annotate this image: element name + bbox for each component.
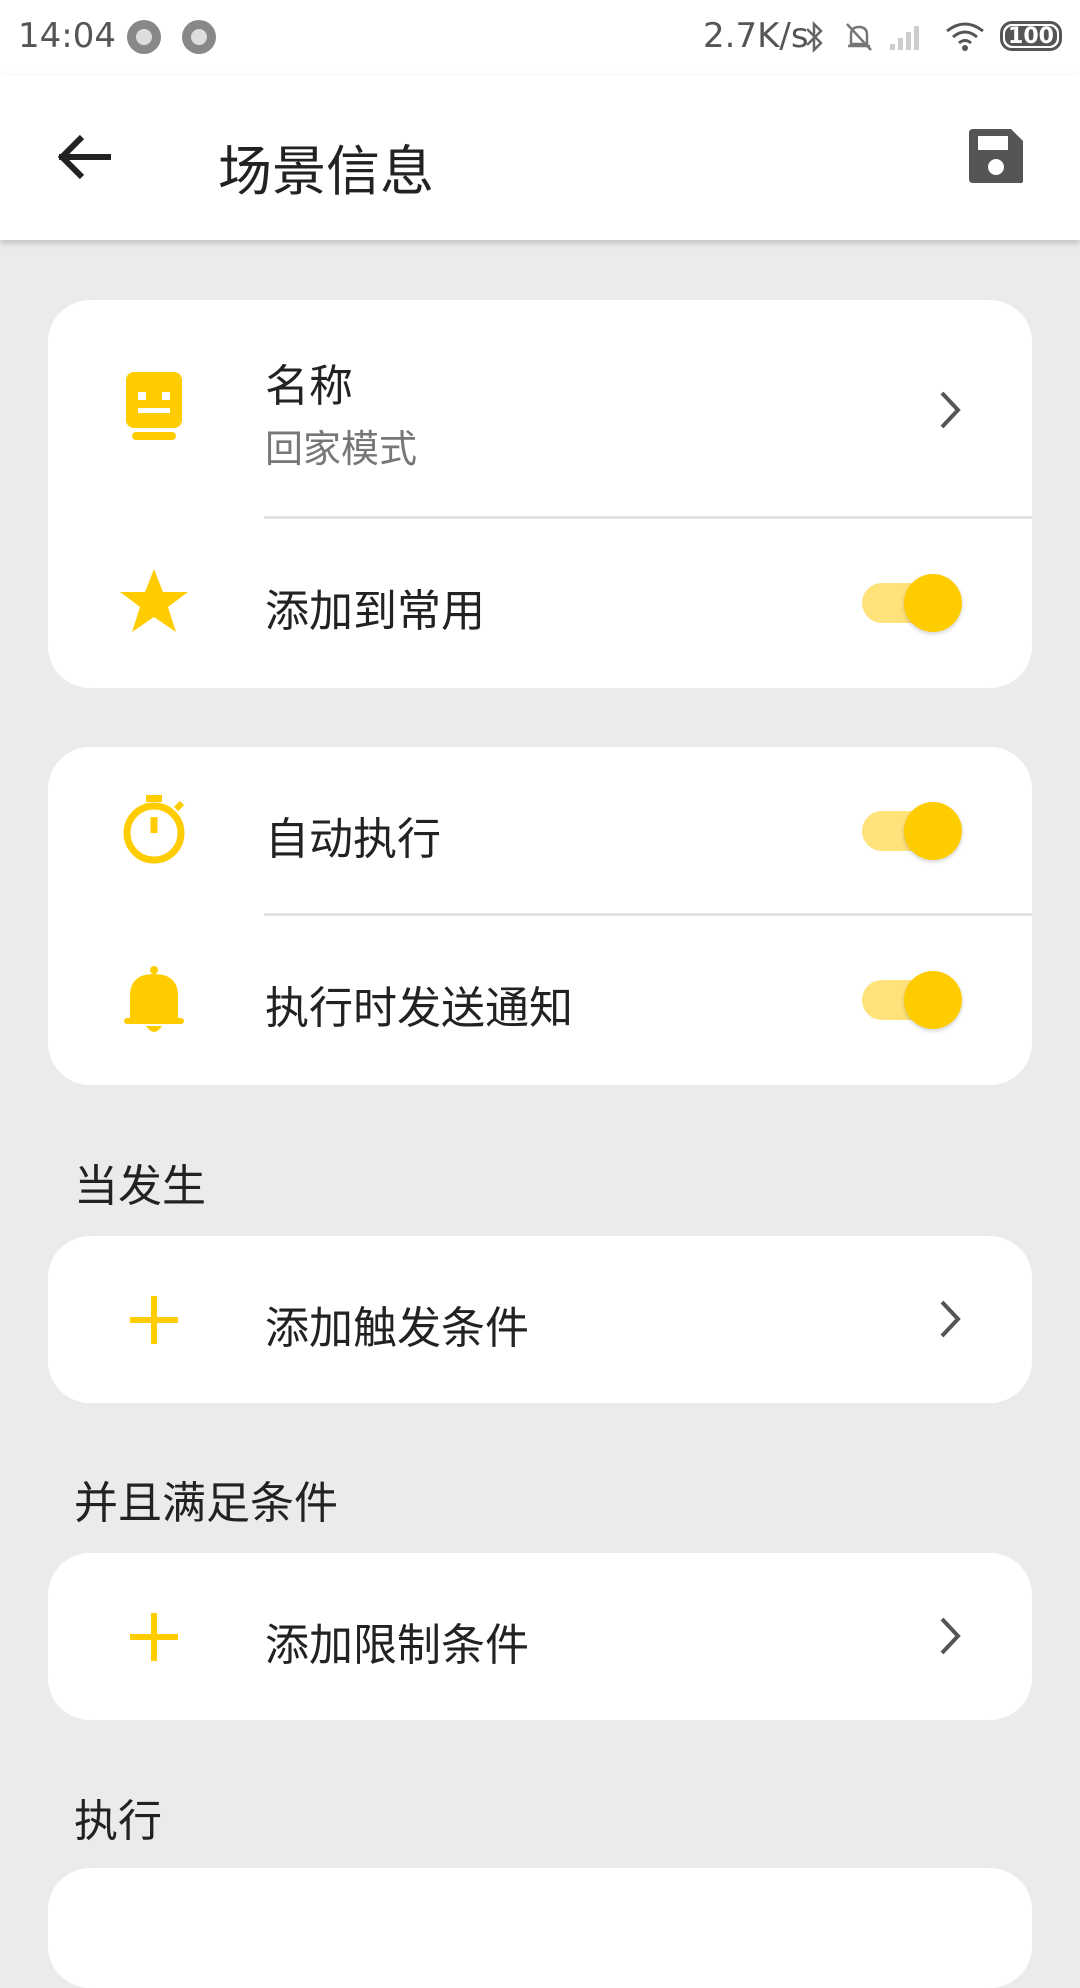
add-trigger-card[interactable]: 添加触发条件 — [48, 1236, 1032, 1403]
add-trigger-row[interactable]: 添加触发条件 — [48, 1236, 1032, 1403]
battery-icon: 100 — [1000, 21, 1062, 51]
notification-dot-icon — [127, 20, 161, 54]
back-button[interactable] — [52, 125, 116, 189]
status-bar: 14:04 2.7K/s 100 — [0, 0, 1080, 75]
signal-icon — [890, 26, 919, 50]
action-section-title: 执行 — [74, 1796, 162, 1847]
notify-label: 执行时发送通知 — [265, 983, 573, 1034]
bluetooth-icon — [806, 20, 823, 54]
favorite-toggle[interactable] — [860, 572, 964, 634]
condition-section-title: 并且满足条件 — [74, 1478, 338, 1529]
add-condition-label: 添加限制条件 — [265, 1620, 529, 1671]
save-button[interactable] — [965, 125, 1027, 187]
add-condition-row[interactable]: 添加限制条件 — [48, 1553, 1032, 1720]
name-row[interactable]: 名称 回家模式 — [48, 300, 1032, 517]
favorite-row: 添加到常用 — [48, 519, 1032, 688]
page-title: 场景信息 — [218, 140, 434, 203]
robot-icon — [126, 372, 182, 440]
add-condition-card[interactable]: 添加限制条件 — [48, 1553, 1032, 1720]
scene-settings-card: 名称 回家模式 添加到常用 — [48, 300, 1032, 688]
name-value: 回家模式 — [265, 427, 418, 471]
save-icon — [969, 129, 1023, 183]
auto-exec-row: 自动执行 — [48, 747, 1032, 914]
battery-level: 100 — [1008, 23, 1054, 49]
auto-exec-label: 自动执行 — [265, 814, 441, 865]
add-trigger-label: 添加触发条件 — [265, 1303, 529, 1354]
star-icon — [120, 569, 188, 632]
plus-icon — [130, 1613, 178, 1661]
auto-exec-toggle[interactable] — [860, 800, 964, 862]
timer-icon — [123, 795, 185, 864]
chevron-right-icon — [940, 1300, 961, 1338]
arrow-left-icon — [57, 134, 111, 180]
plus-icon — [130, 1296, 178, 1344]
favorite-label: 添加到常用 — [265, 586, 485, 637]
mute-icon — [846, 23, 872, 51]
network-speed: 2.7K/s — [703, 16, 809, 56]
notify-row: 执行时发送通知 — [48, 916, 1032, 1085]
chevron-right-icon — [940, 1617, 961, 1655]
bell-icon — [124, 966, 184, 1032]
notify-toggle[interactable] — [860, 969, 964, 1031]
name-label: 名称 — [265, 361, 353, 412]
trigger-section-title: 当发生 — [74, 1161, 206, 1212]
status-time: 14:04 — [18, 16, 116, 56]
notification-dot-icon — [182, 20, 216, 54]
action-card — [48, 1868, 1032, 1988]
wifi-icon — [946, 22, 984, 51]
app-bar: 场景信息 — [0, 75, 1080, 240]
execution-settings-card: 自动执行 执行时发送通知 — [48, 747, 1032, 1085]
chevron-right-icon — [940, 391, 961, 429]
